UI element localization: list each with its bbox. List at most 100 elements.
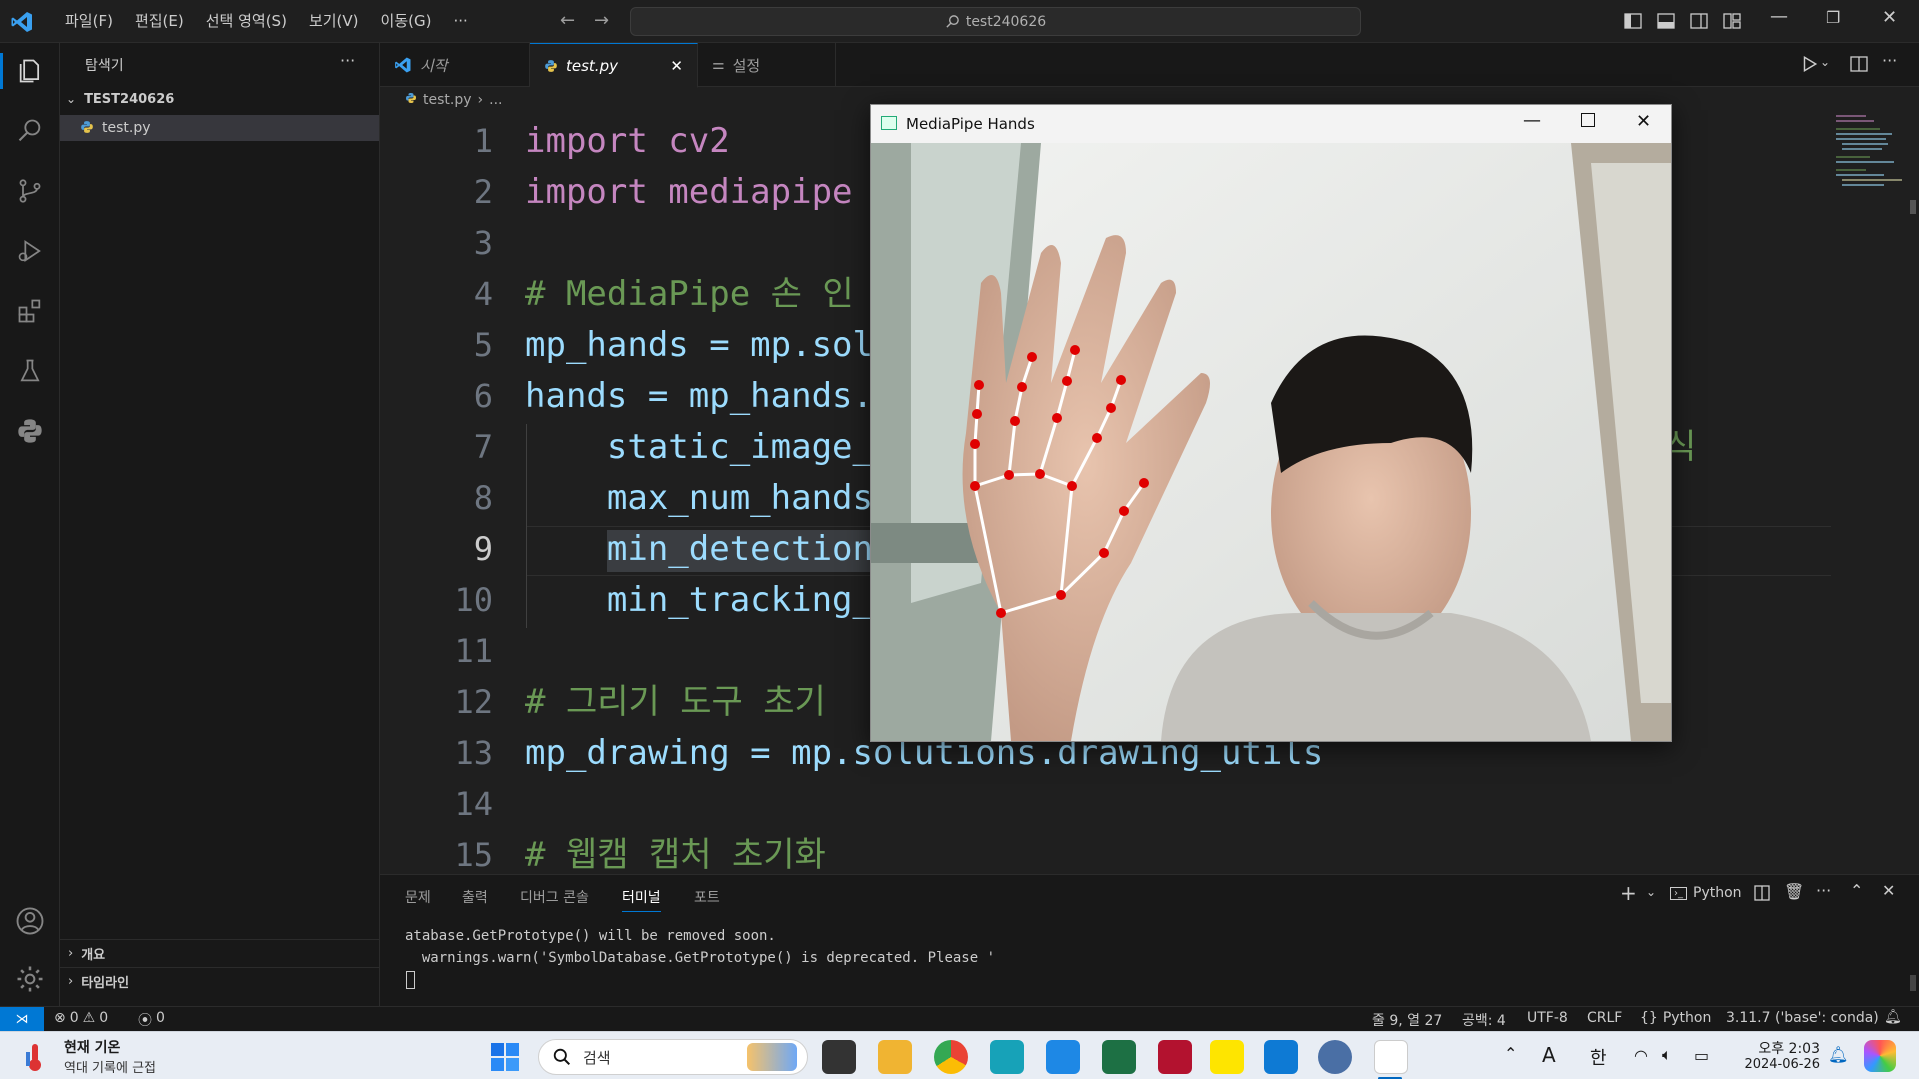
source-control-icon[interactable] xyxy=(12,173,48,209)
python-interpreter[interactable]: 3.11.7 ('base': conda) xyxy=(1726,1010,1879,1026)
file-explorer-icon[interactable] xyxy=(878,1040,912,1074)
outline-section[interactable]: › 개요 xyxy=(60,939,379,967)
notifications-bell-icon[interactable]: 🔔︎ xyxy=(1884,1009,1902,1025)
wifi-icon[interactable]: ◠ xyxy=(1634,1046,1648,1065)
maximize-panel-icon[interactable]: ⌃ xyxy=(1850,881,1863,900)
vscode-logo-icon[interactable] xyxy=(10,10,34,38)
minimap[interactable] xyxy=(1836,112,1906,222)
code-line-6[interactable]: hands = mp_hands. xyxy=(525,371,873,422)
chevron-up-icon[interactable]: ⌃ xyxy=(1504,1044,1517,1063)
sidebar-more-button[interactable]: ··· xyxy=(340,51,355,70)
clock-date[interactable]: 2024-06-26 xyxy=(1736,1057,1820,1072)
forward-arrow-icon[interactable]: → xyxy=(594,10,609,31)
clock-time[interactable]: 오후 2:03 xyxy=(1736,1038,1820,1058)
copilot-icon[interactable] xyxy=(1864,1040,1896,1072)
terminal-cursor[interactable] xyxy=(406,971,415,989)
code-line-12[interactable]: # 그리기 도구 초기 xyxy=(525,677,826,728)
indentation[interactable]: 공백: 4 xyxy=(1462,1010,1506,1030)
run-debug-icon[interactable] xyxy=(12,233,48,269)
menu-edit[interactable]: 편집(E) xyxy=(124,0,195,43)
panel-tab-ports[interactable]: 포트 xyxy=(694,887,720,907)
ports-indicator[interactable]: ⦿ 0 xyxy=(138,1010,165,1030)
task-view-icon[interactable] xyxy=(822,1040,856,1074)
problems-indicator[interactable]: ⊗ 0 ⚠ 0 xyxy=(54,1010,108,1026)
panel-tab-problems[interactable]: 문제 xyxy=(405,887,431,907)
tab-close-icon[interactable]: ✕ xyxy=(670,57,683,75)
excel-icon[interactable] xyxy=(1102,1040,1136,1074)
chrome-icon[interactable] xyxy=(934,1040,968,1074)
python-icon[interactable] xyxy=(12,413,48,449)
code-line-4[interactable]: # MediaPipe 손 인 xyxy=(525,269,854,320)
customize-layout-icon[interactable] xyxy=(1723,12,1741,34)
mediapipe-window[interactable]: MediaPipe Hands — ✕ xyxy=(870,104,1672,742)
breadcrumb-rest[interactable]: ... xyxy=(489,92,502,108)
language-mode[interactable]: {} Python xyxy=(1640,1010,1711,1026)
code-line-5[interactable]: mp_hands = mp.sol xyxy=(525,320,873,371)
toggle-panel-icon[interactable] xyxy=(1657,12,1675,34)
remote-indicator-icon[interactable]: ⋊ xyxy=(0,1007,44,1031)
ime-mode-han[interactable]: 한 xyxy=(1590,1044,1607,1070)
breadcrumb-file[interactable]: test.py xyxy=(423,92,472,108)
menu-file[interactable]: 파일(F) xyxy=(54,0,124,43)
code-line-8[interactable]: max_num_hands xyxy=(525,473,873,524)
timeline-section[interactable]: › 타임라인 xyxy=(60,967,379,995)
code-line-1[interactable]: import cv2 xyxy=(525,116,730,167)
editor-scrollbar[interactable] xyxy=(1910,200,1916,214)
explorer-icon[interactable] xyxy=(12,53,48,89)
close-icon[interactable]: ✕ xyxy=(1636,111,1651,132)
tab-test-py[interactable]: test.py ✕ xyxy=(530,43,698,88)
tab-welcome[interactable]: 시작 xyxy=(380,43,530,87)
settings-gear-icon[interactable] xyxy=(12,961,48,997)
minimize-icon[interactable]: — xyxy=(1523,110,1541,131)
minimize-icon[interactable]: — xyxy=(1770,6,1788,27)
testing-flask-icon[interactable] xyxy=(12,353,48,389)
back-arrow-icon[interactable]: ← xyxy=(560,10,575,31)
search-icon[interactable] xyxy=(12,113,48,149)
code-line-2[interactable]: import mediapipe xyxy=(525,167,853,218)
tab-settings[interactable]: ⚌ 설정 xyxy=(698,43,836,87)
thermometer-icon[interactable] xyxy=(24,1042,46,1072)
taskbar-search[interactable]: 검색 xyxy=(538,1039,808,1075)
panel-tab-debug-console[interactable]: 디버그 콘솔 xyxy=(520,887,589,907)
cursor-position[interactable]: 줄 9, 열 27 xyxy=(1372,1010,1442,1030)
notepad-icon[interactable] xyxy=(1046,1040,1080,1074)
trash-icon[interactable]: 🗑 xyxy=(1784,882,1804,901)
chat-app-icon[interactable] xyxy=(1318,1040,1352,1074)
account-icon[interactable] xyxy=(12,903,48,939)
split-editor-icon[interactable] xyxy=(1850,55,1868,77)
weather-subtitle[interactable]: 역대 기록에 근접 xyxy=(64,1057,156,1076)
panel-more-icon[interactable]: ··· xyxy=(1816,881,1831,900)
menu-selection[interactable]: 선택 영역(S) xyxy=(195,0,298,43)
editor-more-icon[interactable]: ··· xyxy=(1882,51,1897,70)
close-panel-icon[interactable]: ✕ xyxy=(1882,881,1895,900)
arduino-icon[interactable] xyxy=(990,1040,1024,1074)
panel-tab-terminal[interactable]: 터미널 xyxy=(622,887,661,912)
document-app-icon[interactable] xyxy=(1374,1040,1408,1074)
run-python-icon[interactable] xyxy=(1800,55,1818,77)
split-terminal-icon[interactable] xyxy=(1754,885,1770,905)
menu-more[interactable]: ··· xyxy=(442,0,478,43)
windows-start-icon[interactable] xyxy=(490,1042,520,1076)
mediapipe-titlebar[interactable]: MediaPipe Hands — ✕ xyxy=(871,105,1671,143)
terminal-scrollbar[interactable] xyxy=(1910,975,1916,991)
run-dropdown-icon[interactable]: ⌄ xyxy=(1820,55,1830,69)
kakaotalk-icon[interactable] xyxy=(1210,1040,1244,1074)
code-line-7[interactable]: static_image_ xyxy=(525,422,873,473)
maximize-icon[interactable] xyxy=(1581,113,1595,127)
battery-icon[interactable]: ▭ xyxy=(1694,1046,1709,1065)
toggle-secondary-sidebar-icon[interactable] xyxy=(1690,12,1708,34)
panel-tab-output[interactable]: 출력 xyxy=(462,887,488,907)
code-line-10[interactable]: min_tracking_ xyxy=(525,575,873,626)
menu-view[interactable]: 보기(V) xyxy=(298,0,370,43)
vscode-taskbar-icon[interactable] xyxy=(1264,1040,1298,1074)
ime-mode-a[interactable]: A xyxy=(1542,1043,1556,1067)
close-icon[interactable]: ✕ xyxy=(1882,7,1897,28)
terminal-dropdown-icon[interactable]: ⌄ xyxy=(1646,885,1656,899)
folder-header[interactable]: ⌄ TEST240626 xyxy=(60,87,379,111)
command-center[interactable]: test240626 xyxy=(630,7,1361,36)
volume-icon[interactable]: 🔈︎ xyxy=(1662,1045,1672,1065)
encoding[interactable]: UTF-8 xyxy=(1527,1010,1568,1026)
file-item-test-py[interactable]: test.py xyxy=(60,115,379,141)
code-line-9[interactable]: min_detection xyxy=(525,524,873,575)
restore-icon[interactable]: ❐ xyxy=(1826,8,1840,27)
